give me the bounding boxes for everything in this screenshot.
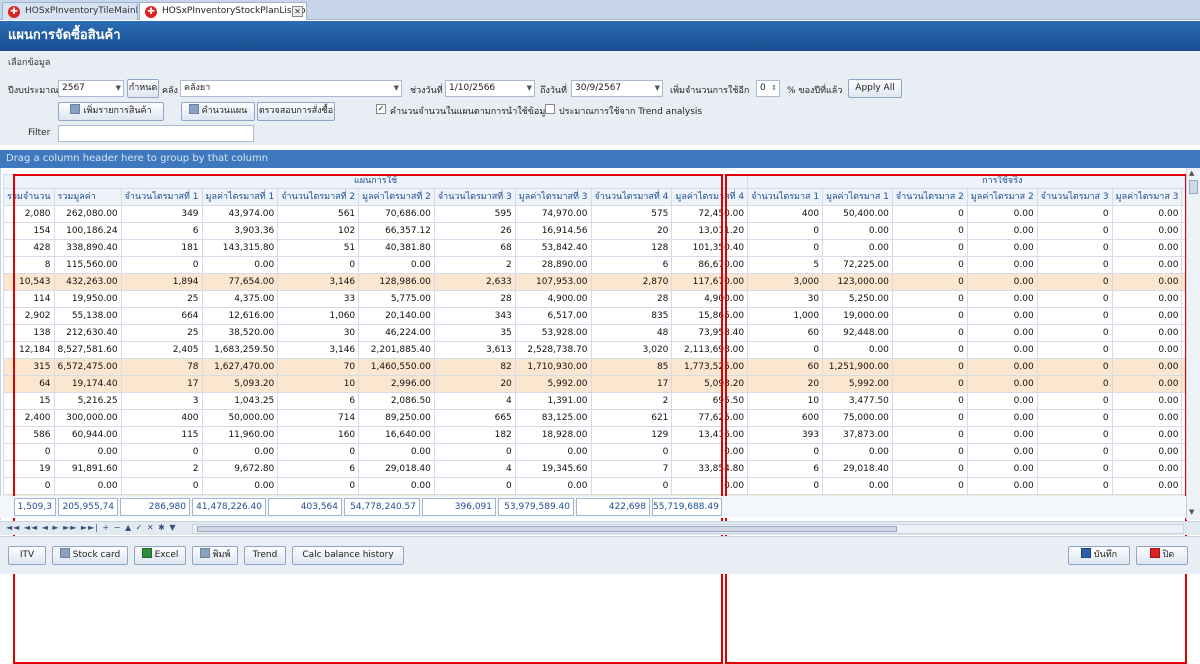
save-icon	[1081, 548, 1091, 558]
warehouse-select[interactable]: คลังยา ▼	[180, 80, 402, 97]
tab-label: HOSxPInventoryTileMainForm	[25, 6, 138, 16]
chevron-down-icon: ▼	[394, 81, 399, 96]
app-logo-icon: ✚	[145, 6, 157, 18]
total-cell: 55,719,688.49	[652, 498, 722, 516]
total-cell: 53,979,589.40	[498, 498, 574, 516]
total-cell: 205,955,74	[58, 498, 118, 516]
save-label: บันทึก	[1094, 550, 1117, 560]
to-date-picker[interactable]: 30/9/2567 ▼	[571, 80, 663, 97]
fiscal-year-label: ปีงบประมาณ	[8, 83, 59, 97]
plan-usage-highlight-box	[13, 174, 723, 664]
total-cell: 41,478,226.40	[192, 498, 266, 516]
stock-card-button[interactable]: Stock card	[52, 546, 128, 565]
filter-label: Filter	[28, 128, 50, 138]
total-cell: 54,778,240.57	[344, 498, 420, 516]
scroll-thumb[interactable]	[1189, 180, 1198, 194]
itv-button[interactable]: ITV	[8, 546, 46, 565]
fiscal-year-value: 2567	[62, 83, 85, 93]
increase-usage-label: เพิ่มจำนวนการใช้อีก	[670, 83, 749, 97]
check-orders-button[interactable]: ตรวจสอบการสั่งซื้อ	[257, 102, 335, 121]
save-button[interactable]: บันทึก	[1068, 546, 1130, 565]
print-label: พิมพ์	[213, 550, 231, 560]
chevron-down-icon: ▼	[655, 81, 660, 96]
calc-balance-history-button[interactable]: Calc balance history	[292, 546, 404, 565]
calc-by-usage-label: คำนวนจำนวนในแผนตามการนำใช้ข้อมูล	[390, 104, 551, 118]
scroll-up-icon[interactable]: ▲	[1189, 169, 1194, 177]
total-cell: 396,091	[422, 498, 496, 516]
stock-card-icon	[60, 548, 70, 558]
data-grid: แผนการใช้ การใช้จริง รวมจำนวนรวมมูลค่าจำ…	[0, 168, 1186, 520]
add-product-label: เพิ่มรายการสินค้า	[83, 106, 151, 116]
app-logo-icon: ✚	[8, 6, 20, 18]
navigator-buttons[interactable]: ◄◄ ◄◄ ◄ ► ►► ►►| + − ▲ ✓ ✕ ✱ ▼	[6, 523, 177, 532]
from-date-picker[interactable]: 1/10/2566 ▼	[445, 80, 535, 97]
close-icon	[1150, 548, 1160, 558]
section-label: เลือกข้อมูล	[8, 55, 50, 69]
total-cell: 286,980	[120, 498, 190, 516]
filter-input[interactable]	[58, 125, 254, 142]
tab-label: HOSxPInventoryStockPlanListForm	[162, 6, 307, 16]
scroll-thumb[interactable]	[197, 526, 897, 532]
page-title: แผนการจัดซื้อสินค้า	[0, 21, 1200, 51]
totals-footer: 1,509,3205,955,74286,98041,478,226.40403…	[0, 496, 1186, 518]
printer-icon	[200, 548, 210, 558]
chevron-down-icon: ▼	[527, 81, 532, 96]
trend-analysis-label: ประมาณการใช้จาก Trend analysis	[559, 104, 702, 118]
vertical-scrollbar[interactable]: ▲ ▼	[1186, 168, 1200, 520]
close-label: ปิด	[1163, 550, 1175, 560]
scroll-down-icon[interactable]: ▼	[1189, 508, 1194, 516]
document-tab-bar: ✚ HOSxPInventoryTileMainForm ✚ HOSxPInve…	[0, 0, 1200, 20]
print-button[interactable]: พิมพ์	[192, 546, 238, 565]
trend-analysis-checkbox[interactable]	[545, 104, 555, 114]
total-cell: 403,564	[268, 498, 342, 516]
tab-inventory-main-form[interactable]: ✚ HOSxPInventoryTileMainForm	[2, 2, 138, 20]
total-cell: 1,509,3	[14, 498, 56, 516]
chevron-down-icon: ▼	[116, 81, 121, 96]
from-date-label: ช่วงวันที่	[410, 83, 443, 97]
calc-by-usage-checkbox[interactable]: ✓	[376, 104, 386, 114]
excel-label: Excel	[155, 550, 179, 560]
increase-usage-stepper[interactable]: 0⇕	[756, 80, 780, 97]
from-date-value: 1/10/2566	[449, 83, 495, 93]
fiscal-year-select[interactable]: 2567 ▼	[58, 80, 124, 97]
trend-button[interactable]: Trend	[244, 546, 286, 565]
increase-usage-value: 0	[760, 83, 766, 93]
total-cell: 422,698	[576, 498, 650, 516]
bottom-toolbar: ITV Stock card Excel พิมพ์ Trend Calc ba…	[0, 536, 1200, 574]
close-button[interactable]: ปิด	[1136, 546, 1188, 565]
stock-card-label: Stock card	[73, 550, 121, 560]
excel-button[interactable]: Excel	[134, 546, 186, 565]
calc-plan-button[interactable]: คำนวนแผน	[181, 102, 255, 121]
add-product-button[interactable]: เพิ่มรายการสินค้า	[58, 102, 164, 121]
percent-label: % ของปีที่แล้ว	[787, 83, 842, 97]
warehouse-value: คลังยา	[184, 83, 210, 93]
groupby-hint: Drag a column header here to group by th…	[0, 150, 1200, 168]
tab-stock-plan-list-form[interactable]: ✚ HOSxPInventoryStockPlanListForm ✕	[139, 2, 307, 20]
close-tab-icon[interactable]: ✕	[292, 6, 303, 17]
spin-icon: ⇕	[771, 81, 777, 96]
calculator-icon	[189, 104, 199, 114]
define-button[interactable]: กำหนด	[127, 79, 159, 98]
actual-usage-highlight-box	[725, 174, 1187, 664]
to-date-value: 30/9/2567	[575, 83, 621, 93]
apply-all-button[interactable]: Apply All	[848, 79, 902, 98]
search-icon	[70, 104, 80, 114]
calc-plan-label: คำนวนแผน	[202, 106, 248, 116]
to-date-label: ถึงวันที่	[540, 83, 567, 97]
horizontal-scrollbar[interactable]	[192, 524, 1184, 534]
grid-navigator: ◄◄ ◄◄ ◄ ► ►► ►►| + − ▲ ✓ ✕ ✱ ▼	[0, 521, 1200, 535]
excel-icon	[142, 548, 152, 558]
warehouse-label: คลัง	[162, 83, 178, 97]
